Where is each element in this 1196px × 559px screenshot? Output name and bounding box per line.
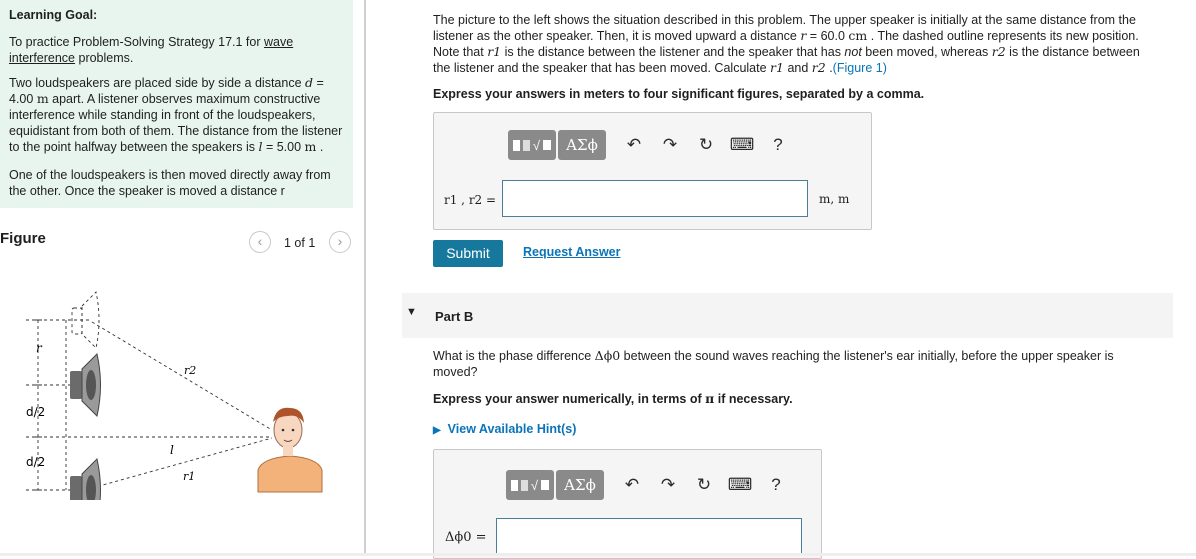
part-b-toolbar: √ ΑΣϕ ↶ ↷ ↻ ⌨ ? — [506, 470, 794, 500]
part-a-units: m, m — [819, 192, 850, 206]
left-panel: Learning Goal: To practice Problem-Solvi… — [0, 0, 366, 556]
reset-icon[interactable]: ↻ — [688, 130, 724, 160]
templates-icon[interactable]: √ — [506, 470, 554, 500]
label-r: r — [36, 341, 43, 355]
figure-1-link[interactable]: (Figure 1) — [833, 61, 887, 75]
label-d-half-2: d/2 — [26, 455, 45, 469]
upper-speaker-icon — [70, 353, 101, 417]
redo-icon[interactable]: ↷ — [650, 470, 686, 500]
part-b-title: Part B — [435, 309, 474, 324]
undo-icon[interactable]: ↶ — [614, 470, 650, 500]
request-answer-link[interactable]: Request Answer — [523, 245, 620, 259]
part-b-instruction: Express your answer numerically, in term… — [433, 391, 793, 406]
listener-icon — [257, 407, 323, 493]
templates-icon[interactable]: √ — [508, 130, 556, 160]
help-icon[interactable]: ? — [760, 130, 796, 160]
part-b-answer-label: Δϕ0 = — [445, 530, 487, 545]
label-d-half-1: d/2 — [26, 405, 45, 419]
help-icon[interactable]: ? — [758, 470, 794, 500]
learning-goal-p3: One of the loudspeakers is then moved di… — [9, 168, 331, 198]
part-a-answer-box: √ ΑΣϕ ↶ ↷ ↻ ⌨ ? r1 , r2 = m, m — [433, 112, 872, 230]
chevron-left-icon: ‹ — [257, 233, 263, 249]
part-a-answer-label: r1 , r2 = — [444, 193, 497, 207]
label-r2: r2 — [184, 364, 196, 377]
figure-title: Figure — [0, 230, 46, 247]
part-b-answer-input[interactable] — [496, 518, 802, 556]
greek-letters-icon[interactable]: ΑΣϕ — [556, 470, 604, 500]
part-b-answer-box: √ ΑΣϕ ↶ ↷ ↻ ⌨ ? Δϕ0 = — [433, 449, 822, 559]
part-a-description: The picture to the left shows the situat… — [433, 13, 1140, 75]
figure-counter: 1 of 1 — [284, 236, 316, 250]
part-a-instruction: Express your answers in meters to four s… — [433, 87, 925, 101]
label-l: l — [170, 443, 174, 457]
main-panel: The picture to the left shows the situat… — [366, 0, 1196, 559]
view-hints-link[interactable]: ▶ View Available Hint(s) — [433, 421, 576, 439]
loudspeaker-figure: r d/2 d/2 r2 r1 l — [26, 291, 323, 500]
label-r1: r1 — [183, 470, 195, 483]
keyboard-icon[interactable]: ⌨ — [722, 470, 758, 500]
reset-icon[interactable]: ↻ — [686, 470, 722, 500]
lower-speaker-icon — [70, 458, 101, 500]
collapse-caret-icon[interactable]: ▼ — [406, 306, 417, 318]
keyboard-icon[interactable]: ⌨ — [724, 130, 760, 160]
learning-goal-p2: Two loudspeakers are placed side by side… — [9, 75, 343, 154]
previous-figure-button[interactable]: ‹ — [249, 231, 271, 253]
redo-icon[interactable]: ↷ — [652, 130, 688, 160]
part-a-toolbar: √ ΑΣϕ ↶ ↷ ↻ ⌨ ? — [508, 130, 796, 160]
learning-goal-heading: Learning Goal: — [9, 8, 98, 22]
learning-goal-p1: To practice Problem-Solving Strategy 17.… — [9, 35, 294, 65]
greek-letters-icon[interactable]: ΑΣϕ — [558, 130, 606, 160]
next-figure-button[interactable]: › — [329, 231, 351, 253]
undo-icon[interactable]: ↶ — [616, 130, 652, 160]
submit-button[interactable]: Submit — [433, 240, 503, 267]
learning-goal-panel: Learning Goal: To practice Problem-Solvi… — [0, 0, 353, 208]
chevron-right-icon: › — [337, 233, 343, 249]
part-b-header[interactable] — [402, 293, 1173, 338]
figure-header: Figure ‹ 1 of 1 › — [0, 228, 355, 258]
part-a-answer-input[interactable] — [502, 180, 808, 217]
part-b-question: What is the phase difference Δϕ0 between… — [433, 348, 1114, 379]
